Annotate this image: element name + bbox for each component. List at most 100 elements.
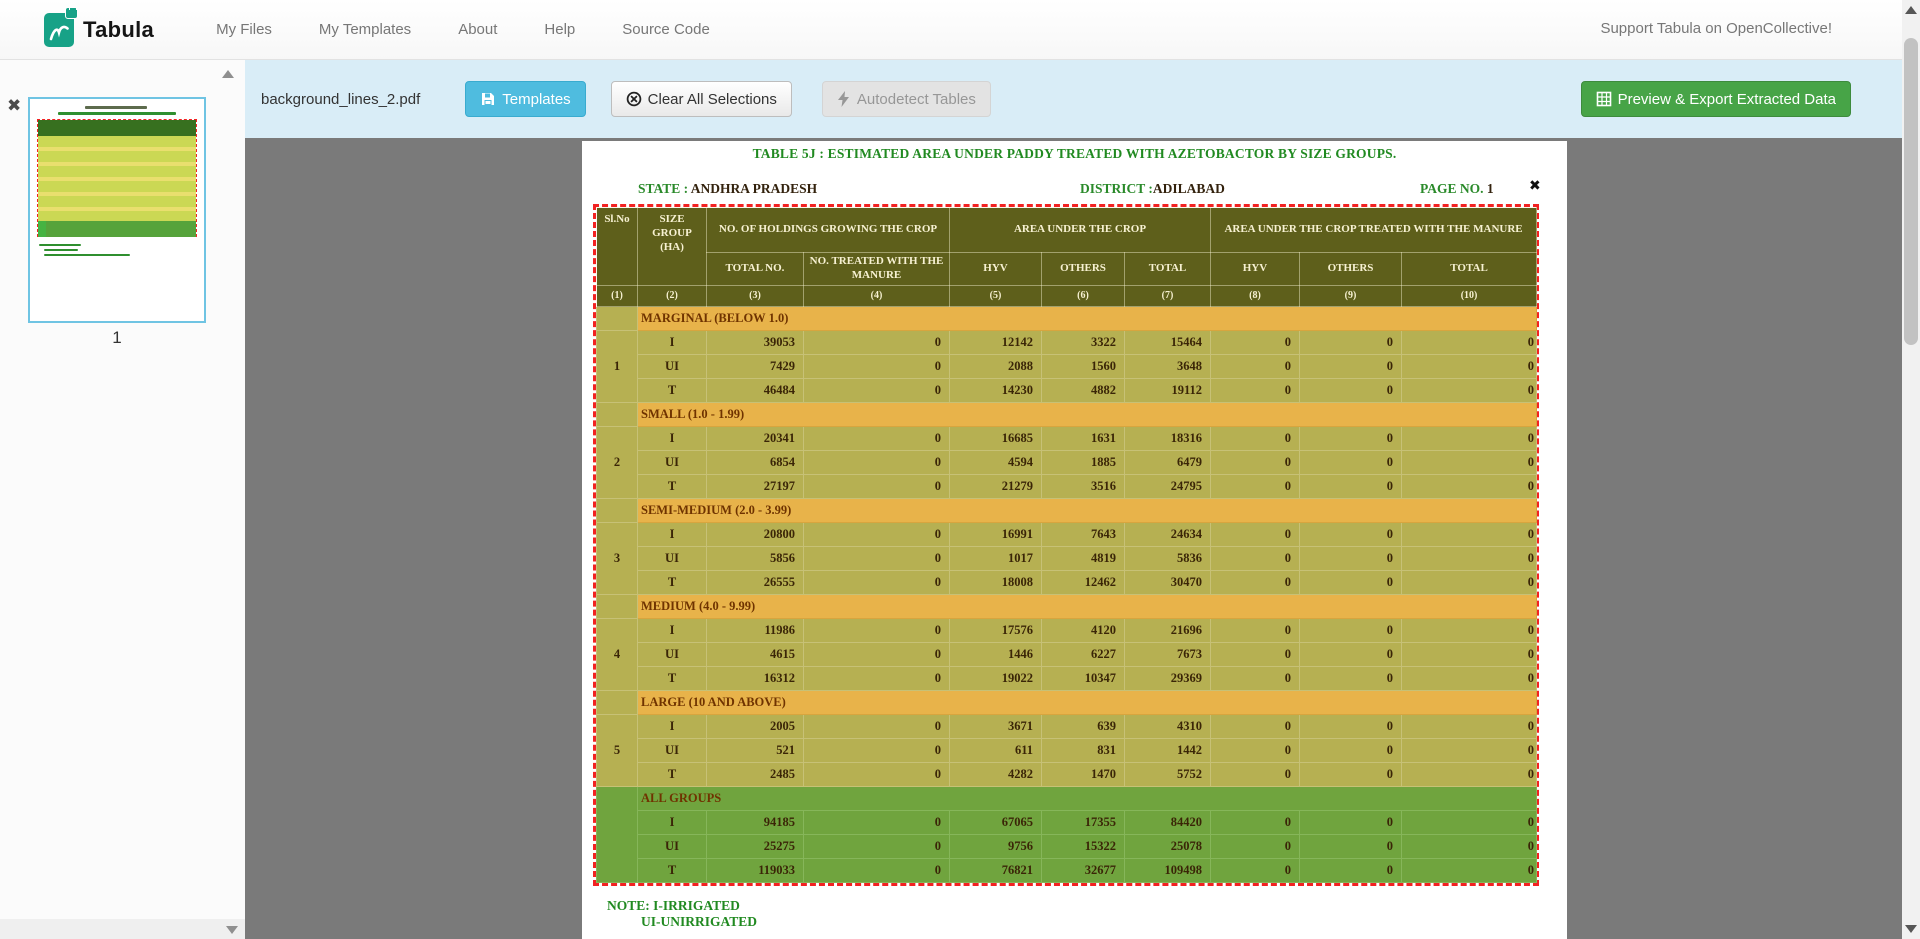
scrollbar-up-icon[interactable] (1905, 6, 1917, 14)
autodetect-tables-button[interactable]: Autodetect Tables (822, 81, 991, 117)
value-cell: 0 (1211, 667, 1300, 691)
value-cell: 1446 (950, 643, 1042, 667)
sidebar-scroll-up-icon[interactable] (222, 70, 234, 78)
value-cell: 0 (804, 475, 950, 499)
remove-circle-icon (626, 91, 642, 107)
col-header-group: NO. OF HOLDINGS GROWING THE CROP (707, 208, 950, 253)
value-cell: 0 (1211, 355, 1300, 379)
pdf-page[interactable]: TABLE 5J : ESTIMATED AREA UNDER PADDY TR… (582, 141, 1567, 939)
page-thumbnail[interactable] (28, 97, 206, 323)
header-row-subcols: TOTAL NO.NO. TREATED WITH THE MANUREHYVO… (597, 253, 1537, 286)
value-cell: 2485 (707, 763, 804, 787)
value-cell: 4282 (950, 763, 1042, 787)
value-cell: 3516 (1042, 475, 1125, 499)
nav-item-my-templates[interactable]: My Templates (319, 21, 411, 38)
row-label-cell: T (638, 475, 707, 499)
section-band: SEMI-MEDIUM (2.0 - 3.99) (638, 499, 1537, 523)
templates-button[interactable]: Templates (465, 81, 585, 117)
value-cell: 119033 (707, 859, 804, 883)
section-band-row: MEDIUM (4.0 - 9.99) (597, 595, 1537, 619)
row-label-cell: I (638, 427, 707, 451)
slno-spacer-cell (597, 691, 638, 715)
value-cell: 0 (1402, 715, 1537, 739)
clear-all-label: Clear All Selections (648, 91, 777, 108)
value-cell: 0 (1300, 331, 1402, 355)
brand[interactable]: Tabula (44, 13, 154, 47)
value-cell: 521 (707, 739, 804, 763)
slno-cell: 3 (597, 523, 638, 595)
preview-export-button[interactable]: Preview & Export Extracted Data (1581, 81, 1851, 117)
row-label-cell: UI (638, 643, 707, 667)
value-cell: 0 (1211, 619, 1300, 643)
table-row: 4I11986017576412021696000 (597, 619, 1537, 643)
value-cell: 4120 (1042, 619, 1125, 643)
tabula-logo-icon (44, 13, 74, 47)
nav-item-about[interactable]: About (458, 21, 497, 38)
remove-page-icon[interactable]: ✖ (7, 96, 21, 116)
filename-label: background_lines_2.pdf (261, 91, 420, 108)
value-cell: 5752 (1125, 763, 1211, 787)
thumb-table-header (38, 120, 196, 136)
value-cell: 0 (804, 427, 950, 451)
scrollbar-thumb[interactable] (1904, 38, 1918, 345)
value-cell: 4615 (707, 643, 804, 667)
section-band-row: MARGINAL (BELOW 1.0) (597, 307, 1537, 331)
support-link[interactable]: Support Tabula on OpenCollective! (1600, 20, 1832, 37)
col-header-group: AREA UNDER THE CROP (950, 208, 1211, 253)
col-number: (1) (597, 286, 638, 307)
col-number: (3) (707, 286, 804, 307)
sidebar-scroll-down-icon[interactable] (226, 926, 238, 934)
thumb-table (37, 119, 197, 237)
state-label: STATE : (638, 181, 691, 196)
value-cell: 18316 (1125, 427, 1211, 451)
row-label-cell: T (638, 763, 707, 787)
value-cell: 0 (804, 355, 950, 379)
value-cell: 0 (1402, 739, 1537, 763)
page-no-label: PAGE NO. (1420, 181, 1487, 196)
lock-icon (65, 7, 78, 19)
nav-item-source-code[interactable]: Source Code (622, 21, 710, 38)
preview-export-label: Preview & Export Extracted Data (1618, 91, 1836, 108)
col-header-group: AREA UNDER THE CROP TREATED WITH THE MAN… (1211, 208, 1537, 253)
row-label-cell: UI (638, 355, 707, 379)
table-selection[interactable]: Sl.NoSIZE GROUP (HA)NO. OF HOLDINGS GROW… (593, 204, 1539, 886)
nav-item-help[interactable]: Help (544, 21, 575, 38)
col-header-size-group: SIZE GROUP (HA) (638, 208, 707, 286)
clear-all-selections-button[interactable]: Clear All Selections (611, 81, 792, 117)
row-label-cell: T (638, 859, 707, 883)
section-band-row: ALL GROUPS (597, 787, 1537, 811)
value-cell: 0 (1402, 811, 1537, 835)
value-cell: 15464 (1125, 331, 1211, 355)
col-number: (10) (1402, 286, 1537, 307)
col-header: OTHERS (1300, 253, 1402, 286)
value-cell: 6479 (1125, 451, 1211, 475)
value-cell: 0 (1402, 547, 1537, 571)
value-cell: 0 (804, 643, 950, 667)
value-cell: 20800 (707, 523, 804, 547)
value-cell: 7429 (707, 355, 804, 379)
state-field: STATE : ANDHRA PRADESH (638, 181, 817, 197)
value-cell: 0 (1300, 523, 1402, 547)
value-cell: 0 (804, 571, 950, 595)
toolbar: background_lines_2.pdf Templates Clear A… (245, 60, 1902, 138)
thumb-note-line (44, 254, 130, 256)
value-cell: 39053 (707, 331, 804, 355)
slno-cell: 2 (597, 427, 638, 499)
scrollbar-down-icon[interactable] (1905, 925, 1917, 933)
pdf-viewer: TABLE 5J : ESTIMATED AREA UNDER PADDY TR… (245, 138, 1902, 939)
section-band-row: SEMI-MEDIUM (2.0 - 3.99) (597, 499, 1537, 523)
row-label-cell: I (638, 523, 707, 547)
nav-item-my-files[interactable]: My Files (216, 21, 272, 38)
value-cell: 0 (1300, 547, 1402, 571)
slno-spacer-cell (597, 595, 638, 619)
table-row: UI74290208815603648000 (597, 355, 1537, 379)
value-cell: 0 (1402, 355, 1537, 379)
navbar: Tabula My Files My Templates About Help Sour… (0, 0, 1920, 60)
selection-close-icon[interactable]: ✖ (1529, 178, 1541, 194)
value-cell: 0 (1300, 571, 1402, 595)
value-cell: 0 (804, 379, 950, 403)
value-cell: 1470 (1042, 763, 1125, 787)
col-header: OTHERS (1042, 253, 1125, 286)
value-cell: 0 (1402, 523, 1537, 547)
window-scrollbar[interactable] (1902, 0, 1920, 939)
